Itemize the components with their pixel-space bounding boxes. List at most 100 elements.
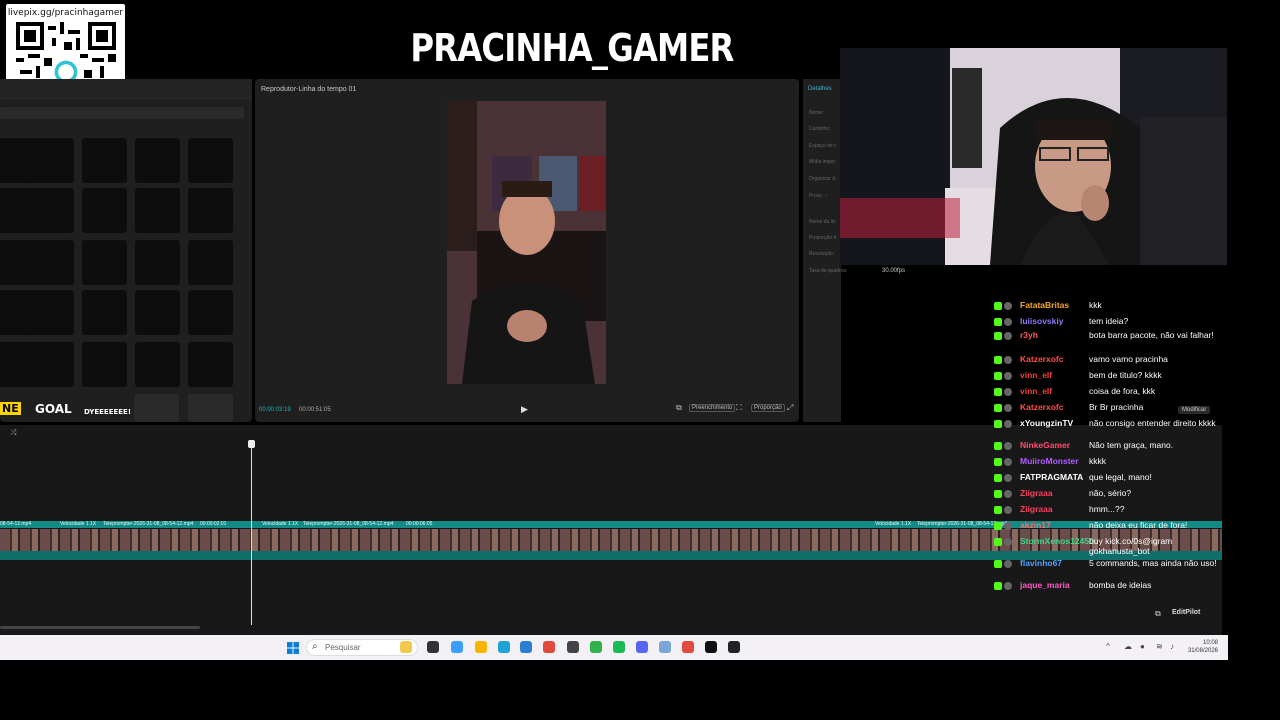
playhead[interactable]: [251, 440, 252, 625]
chat-username[interactable]: FatataBritas: [1020, 300, 1069, 310]
sticker-dyeee[interactable]: DYEEEEEEE!: [84, 408, 131, 416]
spotify-icon[interactable]: [613, 641, 625, 653]
media-tile[interactable]: [29, 138, 74, 183]
media-tile[interactable]: [135, 240, 180, 285]
store-icon[interactable]: [520, 641, 532, 653]
tray-chevron-icon[interactable]: ^: [1106, 642, 1110, 651]
chrome-icon[interactable]: [543, 641, 555, 653]
clock-time: 10:08: [1202, 640, 1218, 646]
media-topbar: [0, 79, 252, 99]
screenshot-icon[interactable]: ⛶: [736, 403, 742, 413]
timeline-scrollbar[interactable]: [0, 626, 200, 629]
media-tile[interactable]: [188, 240, 233, 285]
chat-username[interactable]: NinkeGamer: [1020, 440, 1070, 450]
chat-username[interactable]: Ziigraaa: [1020, 504, 1053, 514]
chat-username[interactable]: Ziigraaa: [1020, 488, 1053, 498]
discord-icon[interactable]: [636, 641, 648, 653]
ratio-button[interactable]: Proporção: [751, 404, 785, 412]
chrome-icon[interactable]: [682, 641, 694, 653]
media-tile[interactable]: [82, 240, 127, 285]
fill-button[interactable]: Preenchimento: [689, 404, 736, 412]
capcut-active-icon[interactable]: [728, 641, 740, 653]
media-tile[interactable]: [82, 188, 127, 233]
details-row: Proxy: ○: [809, 193, 828, 199]
media-tile[interactable]: [29, 342, 74, 387]
avatar-icon: [1004, 559, 1012, 568]
play-button[interactable]: ▶: [521, 404, 533, 416]
clip-duration: 00:00:06:05: [406, 521, 433, 527]
chat-username[interactable]: Katzerxofc: [1020, 402, 1063, 412]
chat-username[interactable]: flavinho67: [1020, 558, 1062, 568]
sticker-goal[interactable]: GOAL: [35, 402, 72, 416]
network-icon[interactable]: ☁: [1124, 642, 1132, 651]
media-tile[interactable]: [82, 290, 127, 335]
details-tab[interactable]: Detalhes: [808, 86, 832, 92]
chat-username[interactable]: StormXenos12450: [1020, 536, 1094, 546]
media-tile[interactable]: [135, 342, 180, 387]
media-tile[interactable]: [29, 188, 74, 233]
media-tile[interactable]: [135, 290, 180, 335]
sticker-ne[interactable]: NE: [0, 402, 21, 415]
taskbar-clock[interactable]: 10:08 31/08/2026: [1184, 639, 1218, 655]
kick-badge-icon: [994, 559, 1002, 568]
windows-start-icon[interactable]: [287, 641, 299, 654]
volume-icon[interactable]: ♪: [1170, 642, 1174, 651]
mic-icon[interactable]: ●: [1140, 642, 1145, 651]
media-tile[interactable]: [135, 138, 180, 183]
media-tile[interactable]: [82, 138, 127, 183]
fullscreen-icon[interactable]: ⤢: [787, 403, 793, 413]
copy-icon[interactable]: ⧉: [1155, 609, 1161, 619]
media-tile[interactable]: [188, 342, 233, 387]
chat-username[interactable]: Katzerxofc: [1020, 354, 1063, 364]
video-frame-image: [447, 101, 606, 384]
media-search-bar[interactable]: [0, 107, 244, 119]
details-row: Mídia impor: [809, 159, 836, 165]
chat-username[interactable]: vinn_elf: [1020, 386, 1052, 396]
app-icon[interactable]: [567, 641, 579, 653]
media-tile[interactable]: [135, 188, 180, 233]
media-tile[interactable]: [188, 290, 233, 335]
crop-icon[interactable]: ⧉: [676, 403, 682, 413]
chat-username[interactable]: akzin17: [1020, 520, 1051, 530]
chat-text: 5 commands, mas ainda não uso!: [1089, 558, 1217, 568]
chat-username[interactable]: FATPRAGMATA: [1020, 472, 1083, 482]
edge-icon[interactable]: [498, 641, 510, 653]
wifi-icon[interactable]: ≋: [1156, 642, 1163, 651]
split-icon[interactable]: ⤨: [10, 428, 16, 438]
capcut-icon[interactable]: [705, 641, 717, 653]
avatar-icon: [1004, 581, 1012, 590]
details-row: Nome da lin: [809, 219, 836, 225]
video-preview[interactable]: [447, 101, 606, 384]
chat-text: vamo vamo pracinha: [1089, 354, 1168, 364]
app-icon[interactable]: [659, 641, 671, 653]
kick-badge-icon: [994, 521, 1002, 530]
file-explorer-icon[interactable]: [400, 641, 412, 653]
app-icon[interactable]: [590, 641, 602, 653]
kick-badge-icon: [994, 419, 1002, 428]
chat-username[interactable]: jaque_maria: [1020, 580, 1070, 590]
widgets-icon[interactable]: [451, 641, 463, 653]
task-view-icon[interactable]: [427, 641, 439, 653]
playhead-handle[interactable]: [248, 440, 255, 448]
folder-icon[interactable]: [475, 641, 487, 653]
media-tile[interactable]: [188, 138, 233, 183]
media-tile[interactable]: [134, 394, 179, 422]
chat-username[interactable]: MuiiroMonster: [1020, 456, 1079, 466]
media-tile[interactable]: [29, 240, 74, 285]
chat-username[interactable]: luiisovskiy: [1020, 316, 1063, 326]
details-row: Nome:: [809, 110, 824, 116]
chat-username[interactable]: xYoungzinTV: [1020, 418, 1073, 428]
kick-badge-icon: [994, 355, 1002, 364]
chat-badges: [994, 520, 1014, 530]
details-row: Proporção d: [809, 235, 837, 241]
media-tile[interactable]: [82, 342, 127, 387]
fps-value: 30.00fps: [882, 268, 906, 274]
webcam-image: [840, 48, 1227, 265]
chat-username[interactable]: r3yh: [1020, 330, 1038, 340]
chat-username[interactable]: vinn_elf: [1020, 370, 1052, 380]
chat-text: coisa de fora, kkk: [1089, 386, 1156, 396]
media-tile[interactable]: [188, 188, 233, 233]
media-tile[interactable]: [188, 394, 233, 422]
media-tile[interactable]: [29, 290, 74, 335]
editpilot-button[interactable]: EditPilot: [1172, 609, 1200, 616]
